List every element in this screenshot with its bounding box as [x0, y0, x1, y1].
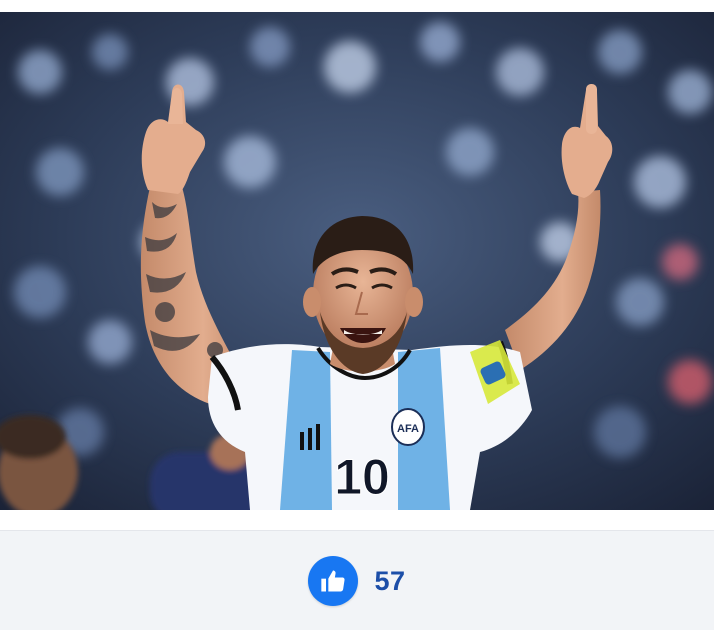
like-count: 57 — [374, 565, 406, 596]
photo-divider — [0, 510, 714, 530]
post-card: AFA 10 57 — [0, 0, 714, 630]
like-reaction[interactable]: 57 — [308, 556, 405, 606]
thumbs-up-icon[interactable] — [308, 556, 359, 606]
photo-illustration: AFA 10 — [0, 12, 714, 510]
reaction-bar: 57 — [0, 530, 714, 630]
post-photo[interactable]: AFA 10 — [0, 12, 714, 510]
jersey-number: 10 — [334, 449, 390, 505]
jersey-badge: AFA — [397, 423, 419, 435]
